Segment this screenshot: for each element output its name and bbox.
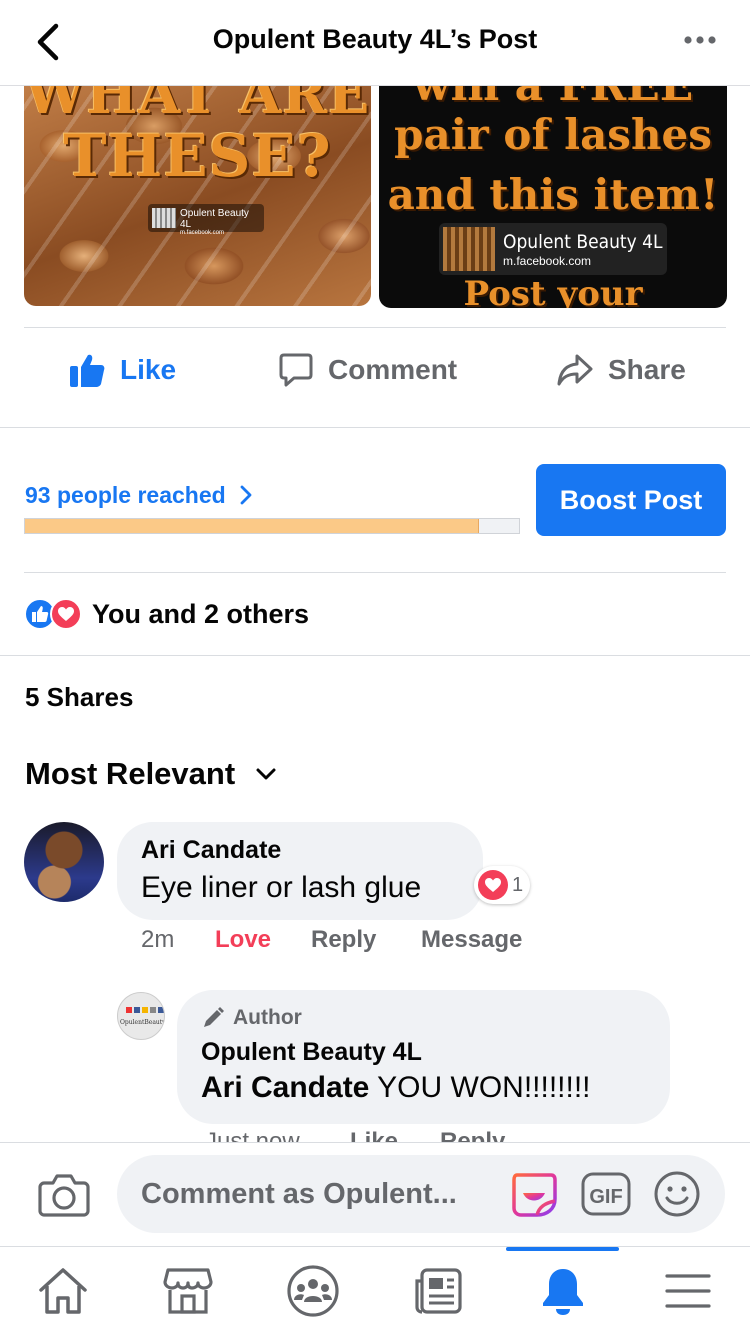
avatar-sticker-icon: [512, 1173, 557, 1217]
watermark-name: Opulent Beauty 4L: [180, 208, 249, 230]
reaction-count: 1: [512, 873, 524, 896]
comment-label: Comment: [328, 354, 458, 385]
image-text-line: pair of lashes: [394, 110, 712, 159]
post-image-left[interactable]: WHAT ARE THESE? Opulent Beauty 4L m.face…: [24, 86, 371, 306]
gif-button[interactable]: GIF: [581, 1172, 631, 1216]
author-badge: Author: [201, 1006, 646, 1030]
watermark-url: m.facebook.com: [503, 254, 592, 268]
section-separator: [0, 655, 750, 656]
comment-message-button[interactable]: Message: [421, 926, 522, 954]
pencil-icon: [204, 1007, 224, 1027]
image-text-line: win a FREE: [379, 86, 727, 111]
share-arrow-icon: [557, 354, 593, 386]
camera-button[interactable]: [38, 1171, 90, 1219]
reply-bubble[interactable]: Author Opulent Beauty 4L Ari Candate YOU…: [177, 990, 670, 1124]
bottom-navigation: [0, 1246, 750, 1334]
comment-icon: [279, 353, 313, 387]
reply-text: Ari Candate YOU WON!!!!!!!!: [201, 1071, 646, 1105]
love-reaction-icon: [50, 598, 82, 630]
emoji-button[interactable]: [653, 1170, 701, 1218]
image-text-line: Post your: [463, 274, 643, 308]
comment-sort-dropdown[interactable]: Most Relevant: [25, 756, 277, 792]
groups-icon: [286, 1265, 339, 1317]
page-avatar[interactable]: OpulentBeauty4L: [117, 992, 165, 1040]
news-icon: [414, 1268, 462, 1314]
like-button[interactable]: Like: [68, 348, 176, 392]
avatar-icons: [126, 1007, 164, 1013]
nav-home[interactable]: [0, 1247, 125, 1334]
menu-icon: [664, 1274, 711, 1308]
watermark-url: m.facebook.com: [180, 230, 225, 236]
nav-marketplace[interactable]: [125, 1247, 250, 1334]
sort-label: Most Relevant: [25, 756, 236, 791]
love-reaction-icon: [478, 870, 508, 900]
reactions-summary[interactable]: You and 2 others: [24, 596, 309, 632]
image-watermark: Opulent Beauty 4L m.facebook.com: [148, 204, 264, 236]
section-separator: [0, 427, 750, 428]
comment-love-button[interactable]: Love: [215, 926, 271, 954]
post-actions: Like Comment Share: [0, 330, 750, 410]
reply-author[interactable]: Opulent Beauty 4L: [201, 1038, 646, 1067]
camera-icon: [38, 1174, 90, 1217]
top-bar: Opulent Beauty 4L’s Post: [0, 0, 750, 86]
comment-button[interactable]: Comment: [278, 348, 457, 392]
comment-input-container[interactable]: GIF: [117, 1155, 725, 1233]
share-label: Share: [608, 354, 686, 385]
shares-count[interactable]: 5 Shares: [25, 682, 133, 713]
more-icon: [684, 36, 716, 44]
home-icon: [38, 1268, 87, 1314]
divider: [24, 327, 726, 328]
comment-bubble[interactable]: Ari Candate Eye liner or lash glue: [117, 822, 483, 920]
like-label: Like: [120, 354, 177, 385]
image-text-line: and this item!: [387, 170, 719, 219]
avatar-sticker-button[interactable]: [509, 1169, 559, 1219]
boost-post-button[interactable]: Boost Post: [536, 464, 726, 536]
comment-timestamp: 2m: [141, 926, 175, 953]
nav-groups[interactable]: [250, 1247, 375, 1334]
more-options-button[interactable]: [682, 30, 722, 50]
comment-composer: GIF: [0, 1142, 750, 1246]
post-image-right[interactable]: win a FREE pair of lashes and this item!…: [379, 86, 727, 308]
reactions-label: You and 2 others: [92, 598, 310, 629]
svg-text:GIF: GIF: [589, 1186, 622, 1208]
reach-progress-bar: [24, 518, 520, 534]
divider: [24, 572, 726, 573]
comment-input[interactable]: [141, 1177, 501, 1211]
comment-text: Eye liner or lash glue: [141, 871, 422, 904]
author-badge-label: Author: [233, 1006, 302, 1029]
image-text-line: WHAT ARE: [24, 86, 371, 126]
watermark-thumbnail: [443, 227, 495, 271]
reach-progress-fill: [25, 519, 480, 533]
image-watermark: Opulent Beauty 4L m.facebook.com: [439, 223, 667, 275]
page-title: Opulent Beauty 4L’s Post: [212, 24, 538, 54]
share-button[interactable]: Share: [556, 348, 686, 392]
watermark-thumbnail: [152, 208, 176, 228]
avatar-logo: OpulentBeauty4L: [120, 1019, 165, 1026]
nav-menu[interactable]: [625, 1247, 750, 1334]
comment-reply-button[interactable]: Reply: [311, 926, 376, 954]
commenter-avatar[interactable]: [24, 822, 104, 902]
reply-message: YOU WON!!!!!!!!: [369, 1071, 591, 1104]
post-images: WHAT ARE THESE? Opulent Beauty 4L m.face…: [0, 86, 750, 308]
marketplace-icon: [162, 1268, 213, 1314]
gif-icon: GIF: [581, 1172, 631, 1216]
nav-news[interactable]: [375, 1247, 500, 1334]
bell-icon: [542, 1269, 583, 1315]
smiley-icon: [654, 1171, 700, 1217]
image-text-line: THESE?: [63, 122, 332, 190]
comment-author[interactable]: Ari Candate: [141, 836, 459, 865]
reply-mention[interactable]: Ari Candate: [201, 1071, 369, 1104]
watermark-name: Opulent Beauty 4L: [503, 231, 663, 253]
comment-reaction-badge[interactable]: 1: [474, 866, 530, 904]
chevron-down-icon: [256, 768, 276, 780]
nav-notifications[interactable]: [500, 1247, 625, 1334]
thumbs-up-icon: [70, 354, 105, 387]
people-reached-label: 93 people reached: [25, 482, 226, 508]
people-reached-link[interactable]: 93 people reached: [25, 482, 254, 509]
chevron-right-icon: [240, 485, 252, 505]
